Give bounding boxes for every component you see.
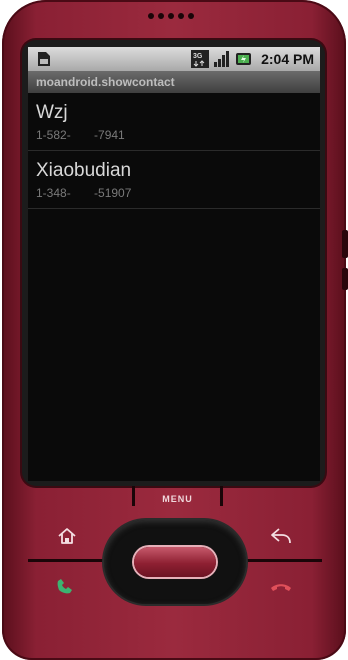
back-button[interactable] <box>269 524 293 548</box>
contact-list: Wzj 1-582- -7941 Xiaobudian 1-348- -5190… <box>28 93 320 209</box>
contact-name: Xiaobudian <box>36 160 132 181</box>
divider <box>28 559 104 562</box>
contact-phone: 1-582- -7941 <box>36 128 125 142</box>
dpad[interactable] <box>104 520 246 604</box>
battery-icon <box>236 53 252 65</box>
3g-icon: 3G <box>191 50 210 68</box>
status-clock: 2:04 PM <box>261 51 314 67</box>
trackball[interactable] <box>134 547 216 577</box>
call-button[interactable] <box>55 574 79 598</box>
list-item[interactable]: Xiaobudian 1-348- -51907 <box>28 151 320 209</box>
back-arrow-icon <box>271 528 291 544</box>
home-button[interactable] <box>55 524 79 548</box>
device-screen: 3G 2:04 PM moandroid.showcontact Wzj 1-5… <box>28 47 320 481</box>
end-call-icon <box>271 584 291 591</box>
svg-text:3G: 3G <box>193 53 203 60</box>
menu-button[interactable]: MENU <box>132 486 223 506</box>
list-item[interactable]: Wzj 1-582- -7941 <box>28 93 320 151</box>
sim-icon <box>38 52 50 66</box>
app-title-bar: moandroid.showcontact <box>28 71 320 93</box>
side-button[interactable] <box>342 230 348 258</box>
end-call-button[interactable] <box>269 574 293 598</box>
phone-call-icon <box>57 579 72 594</box>
earpiece-speaker <box>148 13 194 19</box>
menu-button-label: MENU <box>162 494 193 504</box>
contact-phone: 1-348- -51907 <box>36 186 132 200</box>
signal-icon <box>214 51 230 67</box>
home-icon <box>58 528 76 544</box>
contact-name: Wzj <box>36 102 68 123</box>
status-bar: 3G 2:04 PM <box>28 47 320 71</box>
divider <box>246 559 322 562</box>
side-button[interactable] <box>342 268 348 290</box>
